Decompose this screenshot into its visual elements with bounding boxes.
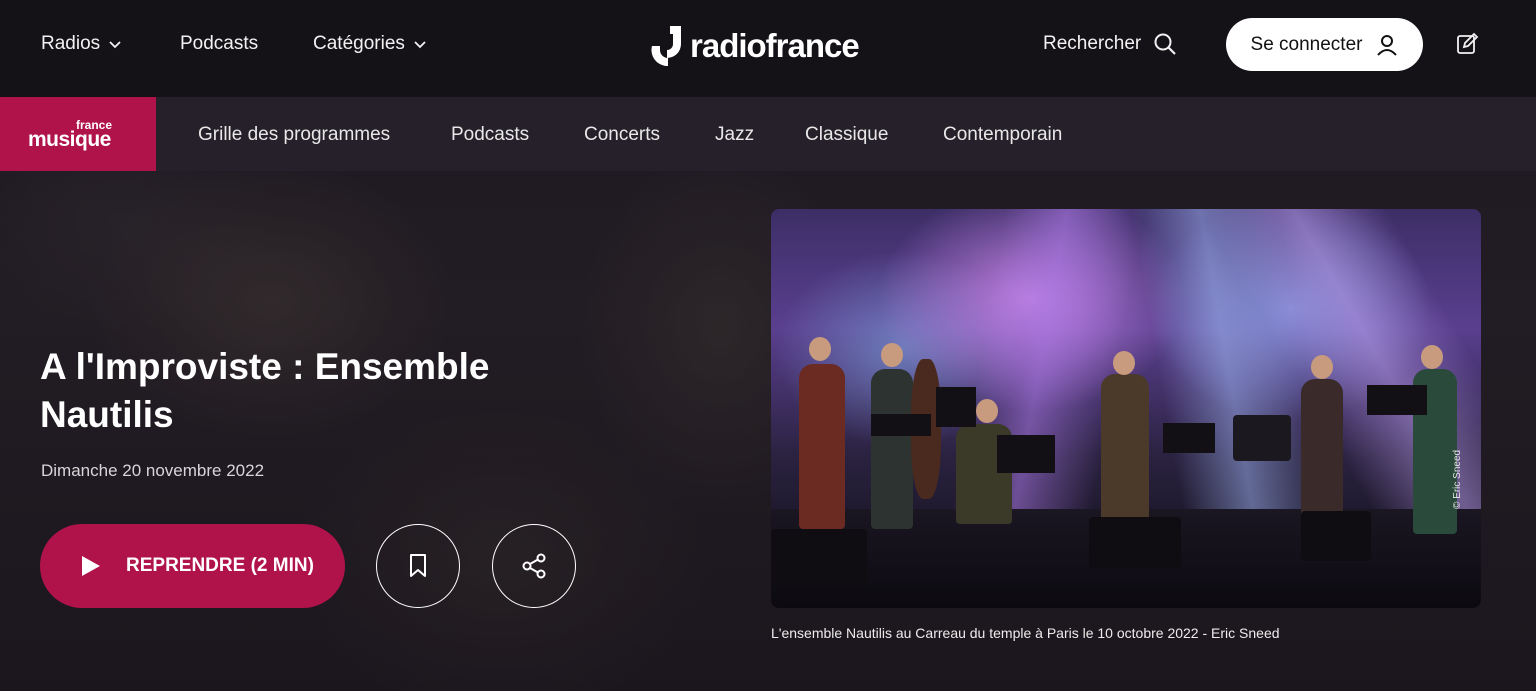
station-nav-concerts[interactable]: Concerts — [584, 124, 660, 146]
photo-musician-5-head — [1311, 355, 1333, 379]
photo-music-stand-5 — [1367, 385, 1427, 415]
photo-caption: L'ensemble Nautilis au Carreau du temple… — [771, 625, 1280, 641]
top-navigation-bar: Radios Podcasts Catégories radiofrance R… — [0, 0, 1536, 97]
france-musique-logo-bottom: musique — [28, 128, 111, 151]
photo-music-stand-4 — [1163, 423, 1215, 453]
station-nav-podcasts[interactable]: Podcasts — [451, 124, 529, 146]
search-label: Rechercher — [1043, 33, 1142, 54]
nav-podcasts-label: Podcasts — [180, 33, 259, 54]
user-icon — [1377, 34, 1398, 56]
edit-icon[interactable] — [1455, 32, 1479, 56]
photo-musician-4 — [1101, 374, 1149, 524]
search-button[interactable]: Rechercher — [1043, 32, 1177, 56]
photo-musician-2 — [871, 369, 913, 529]
photo-stage-monitor-3 — [1301, 511, 1371, 561]
radiofrance-logo-mark-icon — [651, 26, 681, 67]
photo-musician-1 — [799, 364, 845, 529]
radiofrance-logo[interactable]: radiofrance — [650, 24, 860, 68]
share-icon — [522, 553, 546, 579]
photo-music-stand-1 — [871, 414, 931, 436]
photo-musician-6-head — [1421, 345, 1443, 369]
nav-categories[interactable]: Catégories — [313, 33, 427, 55]
station-nav-grille[interactable]: Grille des programmes — [198, 124, 390, 146]
photo-stage-monitor-1 — [771, 529, 867, 589]
photo-credit: © Eric Sneed — [1452, 449, 1463, 509]
station-nav-jazz[interactable]: Jazz — [715, 124, 754, 146]
nav-radios-label: Radios — [41, 33, 101, 54]
episode-title: A l'Improviste : Ensemble Nautilis — [40, 346, 490, 435]
photo-musician-5 — [1301, 379, 1343, 519]
station-nav-classique[interactable]: Classique — [805, 124, 888, 146]
station-nav-contemporain[interactable]: Contemporain — [943, 124, 1062, 146]
login-button[interactable]: Se connecter — [1226, 18, 1423, 71]
radiofrance-logo-text: radiofrance — [690, 27, 860, 64]
photo-stage-monitor-2 — [1089, 517, 1181, 569]
photo-musician-3-head — [976, 399, 998, 423]
search-icon — [1154, 33, 1176, 55]
play-icon — [82, 556, 100, 576]
photo-music-stand-2 — [936, 387, 976, 427]
nav-podcasts[interactable]: Podcasts — [180, 33, 258, 55]
chevron-down-icon — [109, 41, 121, 49]
photo-musician-1-head — [809, 337, 831, 361]
photo-amplifier — [1233, 415, 1291, 461]
bookmark-icon — [410, 554, 426, 577]
login-label: Se connecter — [1250, 33, 1363, 55]
episode-date: Dimanche 20 novembre 2022 — [41, 461, 265, 480]
photo-musician-2-head — [881, 343, 903, 367]
nav-radios[interactable]: Radios — [41, 33, 122, 55]
concert-photo: © Eric Sneed — [771, 209, 1481, 608]
france-musique-logo[interactable]: france musique — [0, 97, 156, 171]
photo-musician-4-head — [1113, 351, 1135, 375]
resume-play-button[interactable]: REPRENDRE (2 MIN) — [40, 524, 345, 608]
chevron-down-icon — [414, 41, 426, 49]
resume-label: REPRENDRE (2 MIN) — [126, 555, 314, 576]
bookmark-button[interactable] — [376, 524, 460, 608]
share-button[interactable] — [492, 524, 576, 608]
photo-music-stand-3 — [997, 435, 1055, 473]
nav-categories-label: Catégories — [313, 33, 405, 54]
